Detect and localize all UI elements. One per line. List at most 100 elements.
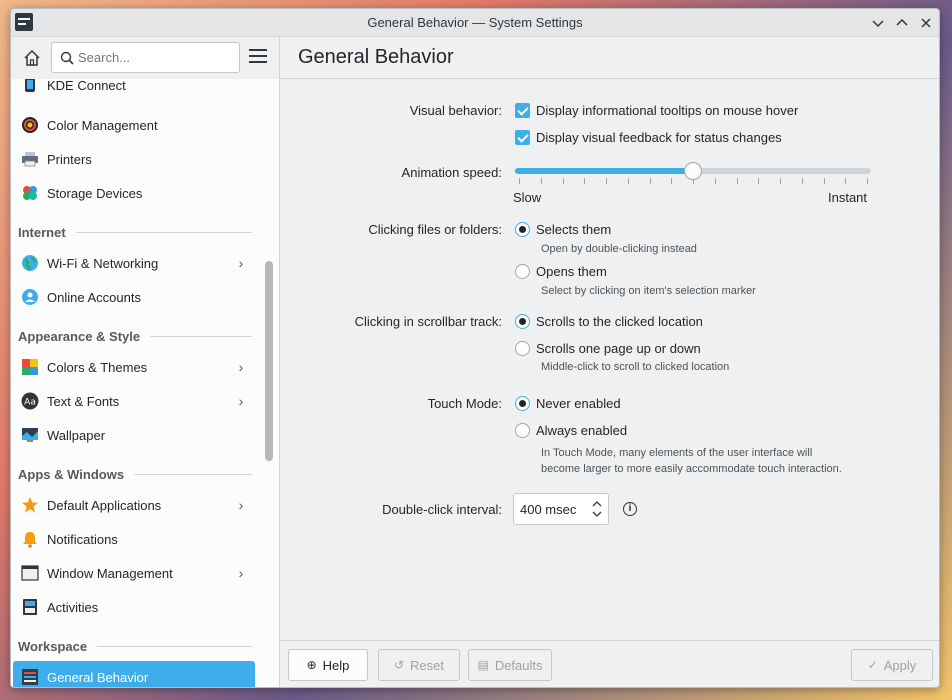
double-click-interval-value: 400 msec [520,501,577,517]
tooltips-checkbox[interactable] [515,103,530,118]
help-icon: ⊕ [306,658,317,672]
app-menu-icon[interactable] [15,13,33,31]
sidebar-item-general-behavior[interactable]: General Behavior [13,661,255,687]
chevron-right-icon: › [238,393,244,409]
sidebar-item-kde-connect[interactable]: KDE Connect [13,79,255,101]
hamburger-menu-button[interactable] [249,49,267,65]
status-feedback-option-label: Display visual feedback for status chang… [536,130,782,145]
animation-speed-slider[interactable] [515,160,871,186]
slider-tick [650,178,651,184]
slider-tick [584,178,585,184]
slider-handle[interactable] [684,162,702,180]
search-icon [60,51,74,65]
wallpaper-icon [22,428,38,442]
selects-them-hint: Open by double-clicking instead [541,243,697,255]
general-behavior-icon [22,669,38,685]
slider-tick [737,178,738,184]
sidebar-heading-workspace: Workspace [18,636,252,656]
slider-tick [671,178,672,184]
sidebar: KDE Connect Color Management Printers St… [11,79,279,687]
double-click-interval-spinbox[interactable]: 400 msec [513,493,609,525]
window-management-icon [21,565,39,581]
opens-them-radio[interactable] [515,264,530,279]
slider-tick [758,178,759,184]
never-enabled-label: Never enabled [536,396,621,411]
footer-bar: ⊕ Help ↺ Reset ▤ Defaults ✓ Apply [280,640,939,687]
minimize-button[interactable] [869,14,887,32]
chevron-right-icon: › [238,255,244,271]
slider-min-label: Slow [513,190,542,205]
slider-max-label: Instant [828,190,868,205]
star-icon [22,497,38,513]
defaults-button[interactable]: ▤ Defaults [468,649,552,681]
sidebar-item-default-applications[interactable]: Default Applications › [13,489,255,521]
kde-connect-icon [25,79,35,92]
sidebar-toolbar [11,37,279,79]
help-button[interactable]: ⊕ Help [288,649,368,681]
status-feedback-checkbox[interactable] [515,130,530,145]
visual-behavior-label: Visual behavior: [409,103,502,118]
always-enabled-label: Always enabled [536,423,628,438]
defaults-icon: ▤ [477,658,489,672]
opens-them-label: Opens them [536,264,607,279]
spin-arrows-icon[interactable] [590,497,604,521]
selects-them-radio[interactable] [515,222,530,237]
search-input[interactable] [78,50,228,65]
slider-tick [845,178,846,184]
apply-button[interactable]: ✓ Apply [851,649,933,681]
chevron-right-icon: › [238,497,244,513]
sidebar-item-notifications[interactable]: Notifications [13,523,255,555]
never-enabled-radio[interactable] [515,396,530,411]
scroll-one-page-hint: Middle-click to scroll to clicked locati… [541,361,730,373]
close-button[interactable] [917,14,935,32]
title-bar: General Behavior — System Settings [11,9,939,37]
scroll-one-page-radio[interactable] [515,341,530,356]
sidebar-item-wifi-networking[interactable]: Wi-Fi & Networking › [13,247,255,279]
reset-button[interactable]: ↺ Reset [378,649,460,681]
system-settings-window: General Behavior — System Settings Gener… [10,8,940,688]
storage-devices-icon [23,186,37,200]
chevron-down-icon [872,20,884,28]
slider-tick [606,178,607,184]
sidebar-item-activities[interactable]: Activities [13,591,255,623]
slider-tick [867,178,868,184]
home-button[interactable] [19,45,45,71]
sidebar-item-colors-themes[interactable]: Colors & Themes › [13,351,255,383]
sidebar-item-storage-devices[interactable]: Storage Devices [13,177,255,209]
checkmark-icon: ✓ [867,658,878,672]
color-management-icon [22,117,38,133]
slider-tick [802,178,803,184]
opens-them-hint: Select by clicking on item's selection m… [541,285,756,297]
selects-them-label: Selects them [536,222,612,237]
double-click-interval-label: Double-click interval: [382,502,502,517]
scroll-to-location-label: Scrolls to the clicked location [536,314,703,329]
slider-tick [824,178,825,184]
tooltips-option-label: Display informational tooltips on mouse … [536,103,799,118]
svg-text:Aa: Aa [24,398,36,408]
sidebar-item-color-management[interactable]: Color Management [13,109,255,141]
slider-fill [515,168,693,174]
sidebar-item-window-management[interactable]: Window Management › [13,557,255,589]
search-field[interactable] [51,42,240,73]
maximize-button[interactable] [893,14,911,32]
slider-tick [780,178,781,184]
window-title: General Behavior — System Settings [367,15,583,30]
close-icon [921,18,931,28]
home-icon [24,49,40,66]
sidebar-item-printers[interactable]: Printers [13,143,255,175]
sidebar-item-wallpaper[interactable]: Wallpaper [13,419,255,451]
always-enabled-radio[interactable] [515,423,530,438]
info-icon[interactable]: i [623,502,637,516]
scroll-to-location-radio[interactable] [515,314,530,329]
animation-speed-label: Animation speed: [401,165,502,180]
touch-mode-hint-line2: become larger to more easily accommodate… [541,463,842,475]
reset-icon: ↺ [393,658,405,672]
sidebar-scrollbar-thumb[interactable] [265,261,273,461]
chevron-right-icon: › [238,359,244,375]
sidebar-item-text-fonts[interactable]: Aa Text & Fonts › [13,385,255,417]
chevron-right-icon: › [238,565,244,581]
globe-icon [22,255,38,271]
sidebar-item-online-accounts[interactable]: Online Accounts [13,281,255,313]
slider-tick [628,178,629,184]
page-title: General Behavior [280,37,939,79]
